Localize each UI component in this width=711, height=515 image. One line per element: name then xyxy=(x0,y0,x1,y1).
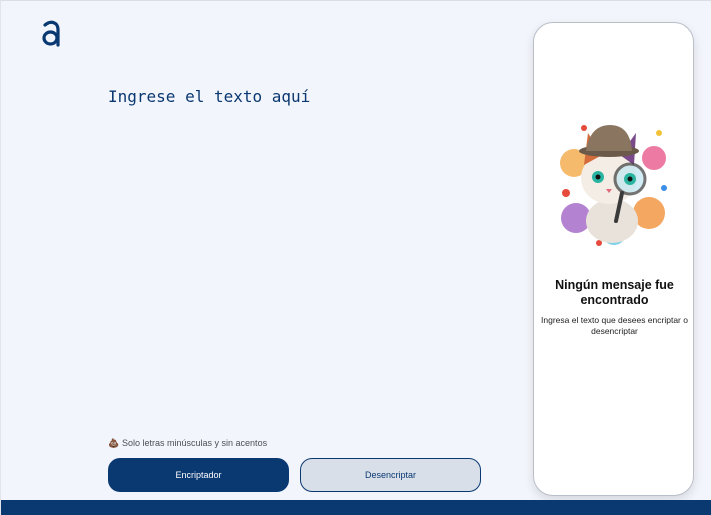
hint-text: Solo letras minúsculas y sin acentos xyxy=(122,438,268,448)
info-icon: 💩 xyxy=(108,438,120,448)
result-subtitle: Ingresa el texto que desees encriptar o … xyxy=(541,315,688,336)
alura-logo-icon xyxy=(42,20,60,47)
result-title: Ningún mensaje fue encontrado xyxy=(555,278,674,307)
message-input[interactable] xyxy=(108,87,508,417)
app-page: 💩 Solo letras minúsculas y sin acentos E… xyxy=(0,0,711,515)
decrypt-button[interactable]: Desencriptar xyxy=(300,458,481,492)
cat-detective-illustration xyxy=(560,125,667,246)
footer-bar xyxy=(1,500,711,515)
result-panel: Ningún mensaje fue encontrado Ingresa el… xyxy=(533,22,694,496)
encrypt-button[interactable]: Encriptador xyxy=(108,458,289,492)
input-hint: 💩 Solo letras minúsculas y sin acentos xyxy=(108,438,267,448)
